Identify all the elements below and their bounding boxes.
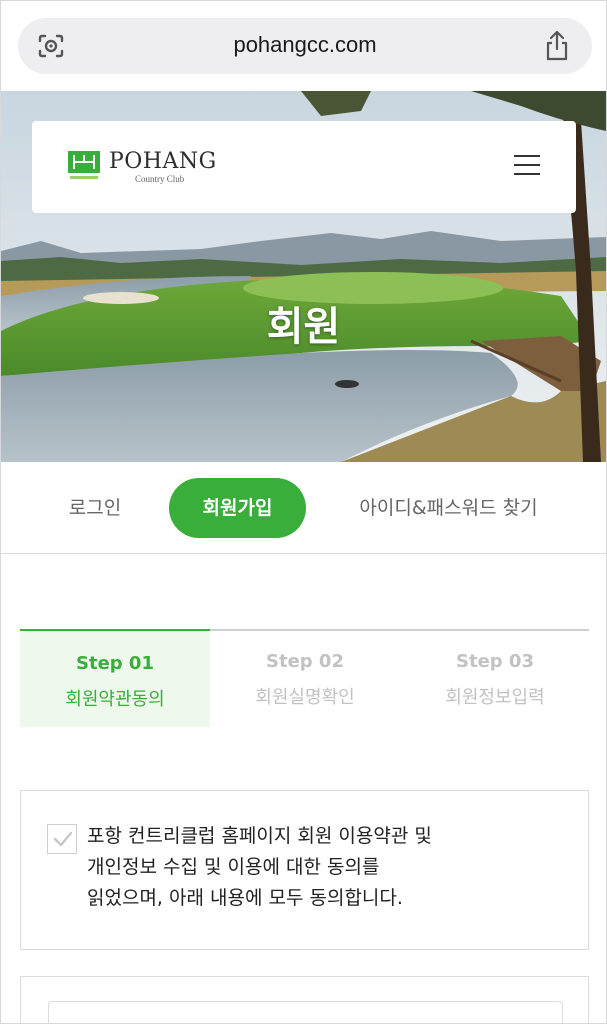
agree-line-1: 포항 컨트리클럽 홈페이지 회원 이용약관 및 xyxy=(87,825,432,847)
browser-address-bar: pohangcc.com xyxy=(1,1,606,91)
logo-mark-icon xyxy=(68,151,100,179)
agree-line-2: 개인정보 수집 및 이용에 대한 동의를 xyxy=(87,856,380,878)
tab-login[interactable]: 로그인 xyxy=(41,478,149,538)
step-member-info: Step 03 회원정보입력 xyxy=(400,629,590,727)
step-number: Step 02 xyxy=(266,651,344,672)
logo-subtitle: Country Club xyxy=(135,174,185,184)
step-label: 회원약관동의 xyxy=(65,689,165,710)
auth-tabs: 로그인 회원가입 아이디&패스워드 찾기 xyxy=(1,462,606,554)
step-label: 회원실명확인 xyxy=(255,687,355,708)
step-label: 회원정보입력 xyxy=(445,687,545,708)
signup-steps: Step 01 회원약관동의 Step 02 회원실명확인 Step 03 회원… xyxy=(20,629,589,727)
agree-line-3: 읽었으며, 아래 내용에 모두 동의합니다. xyxy=(87,887,403,909)
tab-signup[interactable]: 회원가입 xyxy=(169,478,306,538)
terms-section xyxy=(20,976,589,1024)
step-number: Step 03 xyxy=(456,651,534,672)
step-number: Step 01 xyxy=(76,653,154,674)
url-field[interactable]: pohangcc.com xyxy=(18,18,592,74)
tab-find-account[interactable]: 아이디&패스워드 찾기 xyxy=(331,478,566,538)
logo-wordmark: POHANG xyxy=(109,149,217,174)
pohang-logo[interactable]: POHANG Country Club xyxy=(68,147,228,187)
step-identity-verification: Step 02 회원실명확인 xyxy=(210,629,400,727)
agree-all-checkbox[interactable] xyxy=(47,824,77,854)
terms-content-box[interactable] xyxy=(48,1001,563,1024)
url-text: pohangcc.com xyxy=(233,32,377,57)
agree-all-text[interactable]: 포항 컨트리클럽 홈페이지 회원 이용약관 및 개인정보 수집 및 이용에 대한… xyxy=(87,821,557,914)
share-icon[interactable] xyxy=(544,30,570,62)
hamburger-menu-icon[interactable] xyxy=(514,155,540,177)
agree-all-section: 포항 컨트리클럽 홈페이지 회원 이용약관 및 개인정보 수집 및 이용에 대한… xyxy=(20,790,589,950)
step-terms-agreement: Step 01 회원약관동의 xyxy=(20,629,210,727)
hero-banner: POHANG Country Club 회원 xyxy=(1,91,606,462)
page-title: 회원 xyxy=(266,304,341,350)
check-icon xyxy=(53,831,73,847)
site-header: POHANG Country Club xyxy=(32,121,576,213)
